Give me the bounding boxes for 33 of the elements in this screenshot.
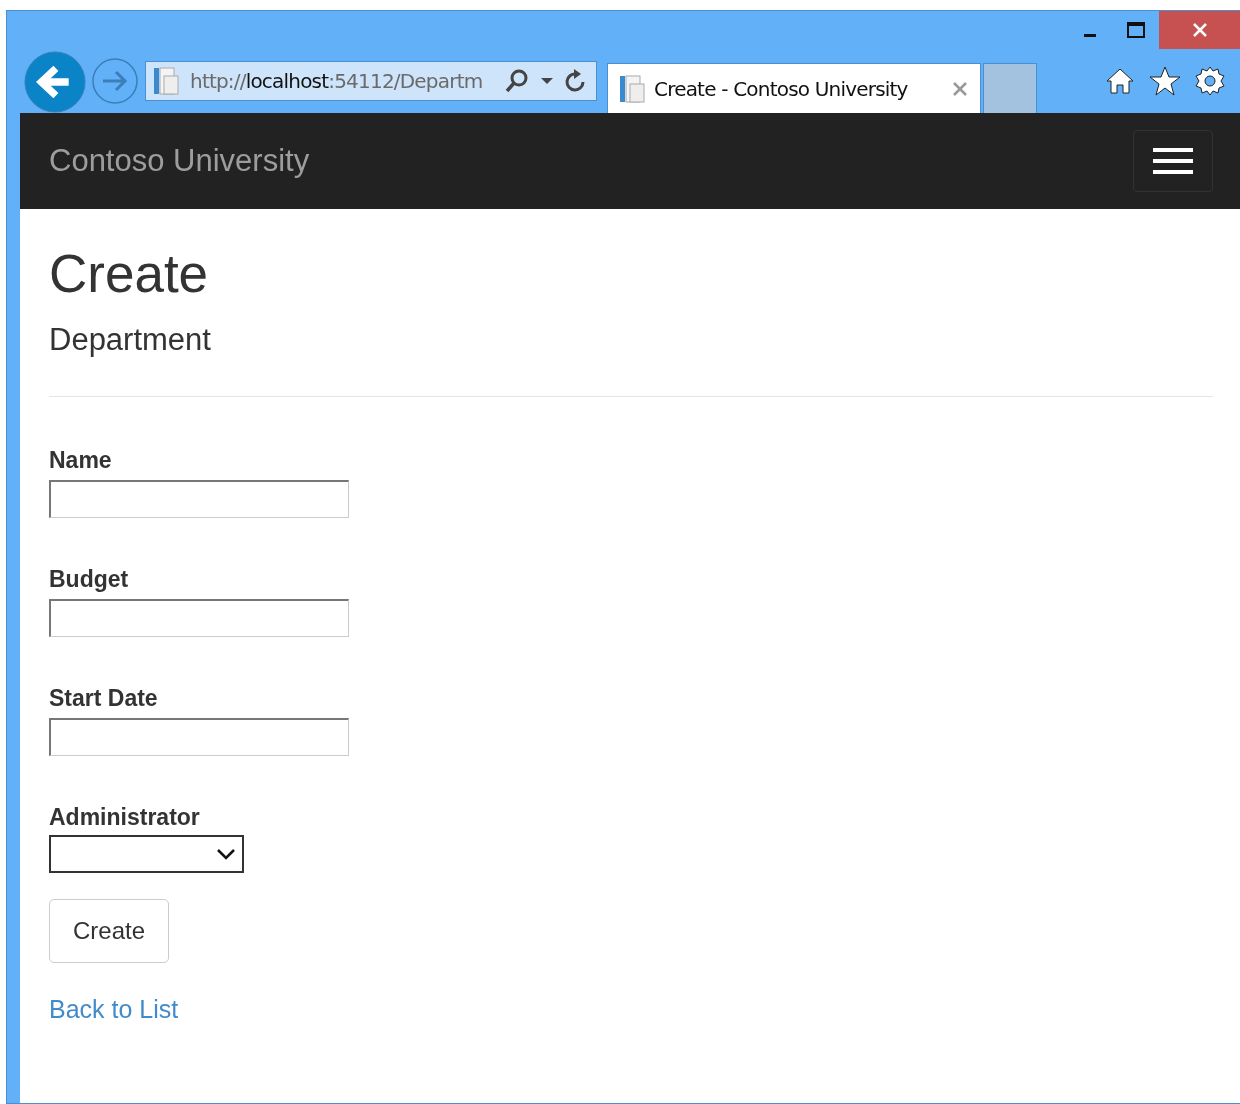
page-icon xyxy=(618,73,646,104)
star-icon[interactable] xyxy=(1149,66,1181,96)
brand-link[interactable]: Contoso University xyxy=(49,143,310,179)
page-icon xyxy=(152,66,180,96)
close-button[interactable] xyxy=(1159,11,1240,49)
settings-icon[interactable] xyxy=(1195,66,1225,96)
field-label: Administrator xyxy=(49,804,201,831)
dropdown-caret-icon[interactable] xyxy=(540,76,554,86)
input-field[interactable] xyxy=(49,480,349,518)
field-label: Name xyxy=(49,447,113,474)
close-icon xyxy=(1192,22,1208,38)
page-title: Create xyxy=(49,243,210,304)
close-tab-icon[interactable] xyxy=(952,80,968,97)
input-field[interactable] xyxy=(49,718,349,756)
browser-tab[interactable]: Create - Contoso University xyxy=(607,63,981,113)
address-bar[interactable]: http://localhost:54112/Departm xyxy=(145,61,597,101)
field-label: Start Date xyxy=(49,685,159,712)
field-label: Budget xyxy=(49,566,130,593)
home-icon[interactable] xyxy=(1105,67,1135,95)
maximize-icon xyxy=(1127,22,1145,38)
form-subtitle: Department xyxy=(49,322,212,358)
tab-title: Create - Contoso University xyxy=(654,76,909,101)
create-button[interactable]: Create xyxy=(49,899,170,963)
menu-icon xyxy=(1152,146,1194,176)
url-text: http://localhost:54112/Departm xyxy=(190,69,484,93)
input-field[interactable] xyxy=(49,599,349,637)
back-button[interactable] xyxy=(23,51,87,113)
chevron-down-icon xyxy=(216,848,236,860)
back-link[interactable]: Back to List xyxy=(49,995,179,1023)
menu-button[interactable] xyxy=(1133,130,1213,192)
minimize-icon xyxy=(1084,33,1096,37)
dropdown-field[interactable] xyxy=(49,835,244,873)
search-icon[interactable] xyxy=(504,68,530,94)
